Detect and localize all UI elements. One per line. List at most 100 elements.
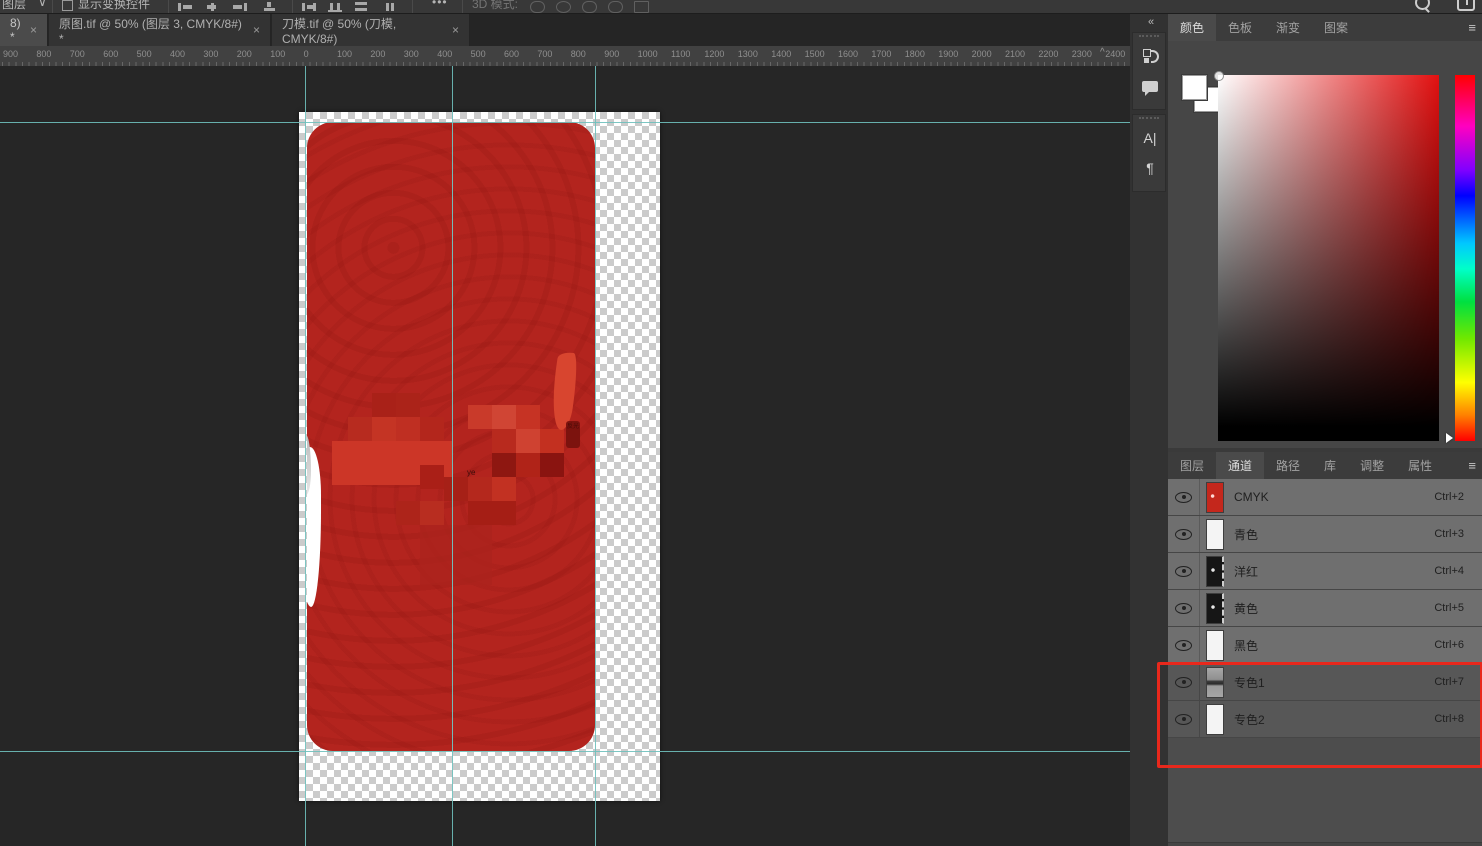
tab-layers[interactable]: 图层: [1168, 452, 1216, 479]
eye-icon: [1175, 639, 1192, 651]
document-tab[interactable]: 刀模.tif @ 50% (刀模, CMYK/8#) ×: [272, 14, 470, 46]
ruler-label: 200: [236, 49, 252, 59]
saturation-brightness-field[interactable]: [1218, 75, 1439, 441]
distribute-center-icon[interactable]: [328, 2, 343, 12]
artwork-ribbon-shape: [547, 350, 581, 432]
align-center-horizontal-icon[interactable]: [205, 2, 220, 12]
tab-properties[interactable]: 属性: [1396, 452, 1444, 479]
tab-swatches[interactable]: 色板: [1216, 14, 1264, 41]
guide-horizontal-bottom[interactable]: [0, 751, 1130, 752]
panel-menu-icon[interactable]: ≡: [1468, 20, 1476, 35]
ruler-label: 2000: [971, 49, 992, 59]
color-picker-marker[interactable]: [1214, 71, 1224, 81]
tab-libraries[interactable]: 库: [1312, 452, 1348, 479]
document-canvas[interactable]: 反光 ye: [299, 112, 660, 801]
ruler-label: 0: [303, 49, 309, 59]
tab-channels[interactable]: 通道: [1216, 452, 1265, 479]
dock-group: [1132, 32, 1166, 110]
workspace-switcher-icon[interactable]: [1457, 0, 1475, 11]
paragraph-panel-button[interactable]: ¶: [1133, 153, 1167, 183]
ruler-label: 1400: [771, 49, 792, 59]
separator: [52, 0, 53, 13]
3d-rotate-icon[interactable]: [530, 1, 545, 13]
channel-name: 青色: [1234, 527, 1259, 542]
dock-group: A| ¶: [1132, 114, 1166, 192]
collapse-panels-icon[interactable]: «: [1148, 16, 1154, 28]
guide-vertical-center[interactable]: [452, 66, 453, 846]
panel-menu-icon[interactable]: ≡: [1468, 458, 1476, 473]
channel-thumbnail[interactable]: [1206, 629, 1224, 661]
channel-thumbnail[interactable]: [1206, 555, 1224, 587]
ruler-label: 300: [203, 49, 219, 59]
visibility-toggle[interactable]: [1168, 590, 1200, 626]
tab-adjustments[interactable]: 调整: [1348, 452, 1396, 479]
3d-roll-icon[interactable]: [556, 1, 571, 13]
search-icon[interactable]: [1415, 0, 1430, 10]
channel-row-black[interactable]: 黑色 Ctrl+6: [1168, 627, 1482, 664]
separator: [292, 0, 293, 13]
channel-shortcut: Ctrl+2: [1434, 491, 1464, 503]
channel-row-yellow[interactable]: 黄色 Ctrl+5: [1168, 590, 1482, 627]
close-icon[interactable]: ×: [253, 23, 260, 37]
channel-row-cmyk[interactable]: CMYK Ctrl+2: [1168, 479, 1482, 516]
horizontal-ruler[interactable]: 900 800 700 600 500 400 300 200 100 0 100 200 300 400…: [0, 46, 1130, 67]
close-icon[interactable]: ×: [30, 23, 37, 37]
chevron-down-icon[interactable]: ∨: [38, 0, 47, 9]
ruler-label: 2300: [1071, 49, 1092, 59]
channel-thumbnail[interactable]: [1206, 592, 1224, 624]
align-bottom-icon[interactable]: [262, 2, 277, 12]
distribute-vertical-icon[interactable]: [354, 2, 369, 12]
history-panel-button[interactable]: [1133, 41, 1167, 71]
3d-pan-icon[interactable]: [582, 1, 597, 13]
channel-row-magenta[interactable]: 洋红 Ctrl+4: [1168, 553, 1482, 590]
document-tab-label: 原图.tif @ 50% (图层 3, CMYK/8#) *: [59, 16, 242, 46]
document-tab[interactable]: 8) * ×: [0, 14, 48, 46]
guide-vertical-right[interactable]: [595, 66, 596, 846]
guide-vertical-left[interactable]: [305, 66, 306, 846]
channel-name: 黑色: [1234, 638, 1259, 653]
tab-paths[interactable]: 路径: [1264, 452, 1312, 479]
paragraph-icon: ¶: [1146, 160, 1154, 176]
character-panel-button[interactable]: A|: [1133, 123, 1167, 153]
tab-patterns[interactable]: 图案: [1312, 14, 1360, 41]
channel-thumbnail[interactable]: [1206, 518, 1224, 550]
visibility-toggle[interactable]: [1168, 627, 1200, 663]
channel-name: CMYK: [1234, 490, 1269, 504]
channel-thumbnail[interactable]: [1206, 481, 1224, 513]
guide-horizontal-top[interactable]: [0, 122, 1130, 123]
ruler-label: 700: [537, 49, 553, 59]
character-panel-icon: A|: [1143, 130, 1157, 146]
notes-panel-button[interactable]: [1133, 71, 1167, 101]
foreground-color-swatch[interactable]: [1182, 75, 1207, 100]
distribute-left-icon[interactable]: [302, 2, 317, 12]
color-panel-tabbar: 颜色 色板 渐变 图案: [1168, 14, 1482, 41]
tab-color[interactable]: 颜色: [1168, 14, 1217, 41]
hue-slider[interactable]: [1455, 75, 1475, 441]
app-bar-icons: [1415, 0, 1482, 13]
channels-panel-body: CMYK Ctrl+2 青色 Ctrl+3 洋红 Ctrl+4 黄色 Ctrl+…: [1168, 479, 1482, 846]
close-icon[interactable]: ×: [452, 23, 459, 37]
canvas-pasteboard[interactable]: 反光 ye: [0, 66, 1130, 846]
align-right-icon[interactable]: [232, 2, 247, 12]
ruler-collapse-icon[interactable]: ^: [1100, 47, 1105, 58]
ruler-label: 2100: [1005, 49, 1026, 59]
distribute-right-icon[interactable]: [382, 2, 397, 12]
channel-name: 黄色: [1234, 601, 1259, 616]
tool-context-dropdown[interactable]: 图层: [2, 0, 26, 12]
show-transform-checkbox[interactable]: [62, 0, 73, 11]
visibility-toggle[interactable]: [1168, 479, 1200, 515]
red-packet-artwork: 反光 ye: [307, 122, 595, 751]
channel-row-cyan[interactable]: 青色 Ctrl+3: [1168, 516, 1482, 553]
visibility-toggle[interactable]: [1168, 516, 1200, 552]
3d-camera-icon[interactable]: [634, 1, 649, 13]
more-options-button[interactable]: •••: [432, 0, 448, 9]
visibility-toggle[interactable]: [1168, 553, 1200, 589]
annotation-highlight-box: [1157, 662, 1482, 768]
align-left-icon[interactable]: [178, 2, 193, 12]
tab-gradients[interactable]: 渐变: [1264, 14, 1312, 41]
ruler-label: 100: [337, 49, 353, 59]
document-tab[interactable]: 原图.tif @ 50% (图层 3, CMYK/8#) * ×: [49, 14, 271, 46]
ruler-label: 200: [370, 49, 386, 59]
hue-slider-handle[interactable]: [1446, 433, 1458, 443]
3d-slide-icon[interactable]: [608, 1, 623, 13]
